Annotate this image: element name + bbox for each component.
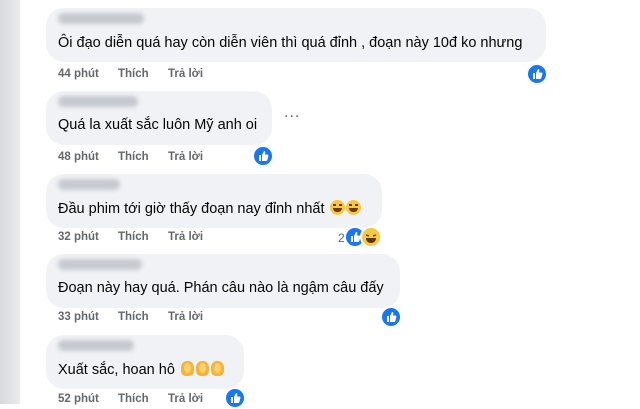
like-icon[interactable] (526, 63, 548, 85)
sidebar-edge (0, 0, 20, 404)
comment-actions: 32 phút Thích Trả lời (58, 231, 203, 243)
comment-actions: 33 phút Thích Trả lời (58, 311, 203, 323)
author-name-blurred (58, 13, 144, 24)
haha-icon[interactable] (360, 226, 382, 248)
comment-actions: 52 phút Thích Trả lời (58, 393, 203, 405)
like-button[interactable]: Thích (118, 393, 168, 405)
reply-button[interactable]: Trả lời (168, 231, 203, 243)
clapping-hands-emoji (180, 361, 194, 376)
comment-text: Quá la xuất sắc luôn Mỹ anh oi (58, 117, 258, 133)
comment-bubble: Xuất sắc, hoan hô (46, 335, 244, 389)
comment-actions: 44 phút Thích Trả lời (58, 68, 203, 80)
like-button[interactable]: Thích (118, 151, 168, 163)
reply-button[interactable]: Trả lời (168, 151, 203, 163)
like-button[interactable]: Thích (118, 68, 168, 80)
more-options-icon[interactable]: ... (284, 104, 300, 122)
reply-button[interactable]: Trả lời (168, 311, 203, 323)
comment-actions: 48 phút Thích Trả lời (58, 151, 203, 163)
comment-bubble: Ôi đạo diễn quá hay còn diễn viên thì qu… (46, 8, 546, 62)
author-name-blurred (58, 340, 134, 351)
comment-text: Xuất sắc, hoan hô (58, 361, 224, 378)
comment-time[interactable]: 44 phút (58, 68, 118, 80)
comment-bubble: Đoạn này hay quá. Phán câu nào là ngậm c… (46, 254, 400, 308)
like-icon[interactable] (380, 306, 402, 328)
laughing-emoji (329, 200, 345, 215)
reply-button[interactable]: Trả lời (168, 68, 203, 80)
laughing-emoji (345, 200, 361, 215)
comment-bubble: Quá la xuất sắc luôn Mỹ anh oi (46, 91, 272, 145)
comment-time[interactable]: 48 phút (58, 151, 118, 163)
comment-bubble: Đầu phim tới giờ thấy đoạn nay đỉnh nhất (46, 174, 382, 228)
comment-text: Ôi đạo diễn quá hay còn diễn viên thì qu… (58, 35, 523, 51)
comment-text-content: Xuất sắc, hoan hô (58, 362, 175, 378)
comment-text-content: Đầu phim tới giờ thấy đoạn nay đỉnh nhất (58, 201, 325, 217)
comment-time[interactable]: 52 phút (58, 393, 118, 405)
author-name-blurred (58, 96, 138, 107)
reply-button[interactable]: Trả lời (168, 393, 203, 405)
like-icon[interactable] (224, 387, 246, 409)
comment-time[interactable]: 33 phút (58, 311, 118, 323)
comment-time[interactable]: 32 phút (58, 231, 118, 243)
comment-text: Đoạn này hay quá. Phán câu nào là ngậm c… (58, 280, 384, 296)
author-name-blurred (58, 259, 142, 270)
comment-text: Đầu phim tới giờ thấy đoạn nay đỉnh nhất (58, 200, 361, 217)
like-button[interactable]: Thích (118, 231, 168, 243)
like-button[interactable]: Thích (118, 311, 168, 323)
clapping-hands-emoji (210, 361, 224, 376)
clapping-hands-emoji (195, 361, 209, 376)
author-name-blurred (58, 179, 120, 190)
like-icon[interactable] (252, 145, 274, 167)
